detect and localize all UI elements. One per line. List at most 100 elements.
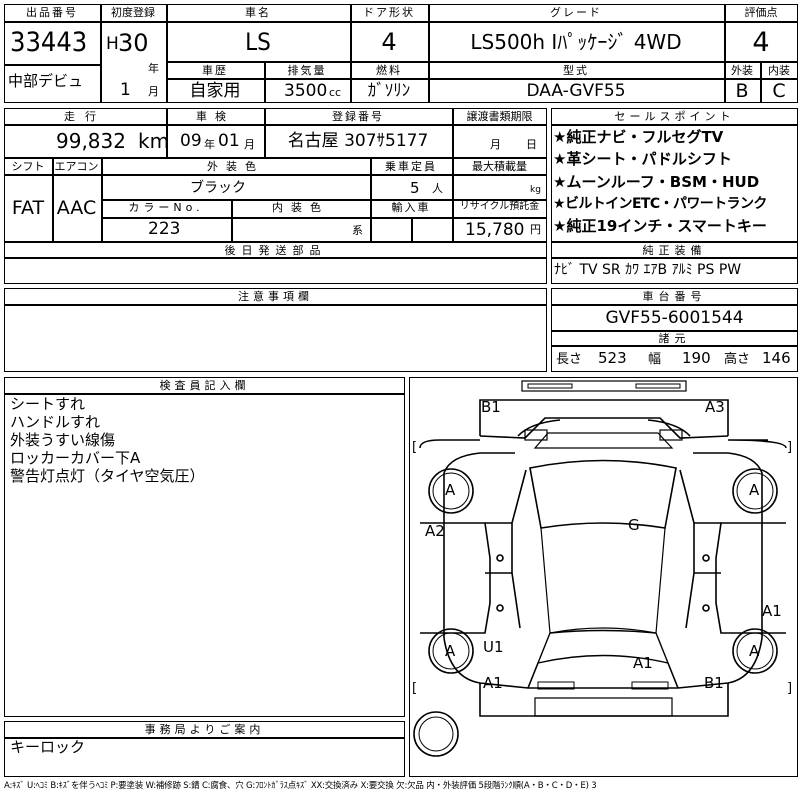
svg-text:]: ] — [787, 440, 792, 455]
displacement-label: 排気量 — [287, 64, 327, 77]
era: H — [106, 34, 119, 54]
name-label: 車名 — [245, 6, 271, 19]
sales-point-5: ★純正19インチ・スマートキー — [553, 217, 767, 235]
mark-wheel-fr: A — [749, 481, 760, 499]
fuel: ｶﾞｿﾘﾝ — [367, 81, 411, 101]
sales-points-title: セールスポイント — [614, 110, 735, 123]
ac: AAC — [56, 197, 97, 219]
mark-front-right: A3 — [705, 398, 725, 416]
lot-label: 出品番号 — [26, 6, 78, 19]
month: 1 — [120, 80, 131, 100]
svg-text:[: [ — [412, 681, 417, 696]
width: 190 — [682, 349, 711, 367]
inspector-line-3: 外装うすい線傷 — [10, 431, 116, 449]
sales-point-1: ★純正ナビ・フルセグTV — [553, 128, 724, 146]
model: DAA-GVF55 — [526, 81, 626, 101]
svg-text:[: [ — [412, 440, 417, 455]
load-label: 最大積載量 — [472, 160, 527, 173]
mark-wheel-rl: A — [445, 642, 456, 660]
score: 4 — [752, 27, 770, 58]
plate-label: 登録番号 — [332, 110, 384, 123]
transfer-month: 月 — [490, 138, 501, 151]
month-unit: 月 — [148, 85, 159, 98]
inspector-line-4: ロッカーカバー下A — [10, 449, 141, 467]
interior-grade: C — [772, 80, 786, 102]
insp-month: 01 — [218, 131, 240, 151]
grade: LS500h Iﾊﾟｯｹｰｼﾞ 4WD — [470, 30, 682, 54]
inspector-title: 検査員記入欄 — [159, 379, 250, 392]
mark-rear-center: A1 — [633, 654, 653, 672]
interior-label: 内装 — [768, 64, 790, 77]
svg-text:]: ] — [787, 681, 792, 696]
int-color-label: 内装色 — [272, 201, 329, 214]
mark-right-rear: A1 — [762, 602, 782, 620]
mark-front-left: B1 — [481, 398, 501, 416]
exterior-grade: B — [735, 80, 749, 102]
mark-left-door: A2 — [425, 522, 445, 540]
car-name: LS — [245, 28, 271, 56]
chassis-number: GVF55-6001544 — [605, 308, 744, 328]
mark-rear-left-u: U1 — [483, 638, 504, 656]
recycle-unit: 円 — [530, 223, 541, 236]
mileage-unit: km — [138, 129, 170, 153]
color-label: 外装色 — [207, 160, 264, 173]
transfer-day: 日 — [526, 138, 537, 151]
ac-label: エアコン — [54, 160, 99, 173]
exterior-label: 外装 — [731, 64, 753, 77]
mark-rear-left: A1 — [483, 674, 503, 692]
damage-diagram: [ ] [ ] — [409, 377, 798, 777]
sales-point-2: ★革シート・パドルシフト — [553, 150, 732, 168]
inspector-line-1: シートすれ — [10, 395, 86, 413]
model-label: 型式 — [563, 64, 589, 77]
mark-rear-right: B1 — [704, 674, 724, 692]
fuel-label: 燃料 — [376, 64, 402, 77]
score-label: 評価点 — [744, 6, 778, 19]
load-unit: kg — [530, 185, 541, 195]
lot-number: 33443 — [10, 27, 88, 58]
history: 自家用 — [189, 81, 241, 101]
chassis-title: 車台番号 — [642, 290, 707, 303]
width-label: 幅 — [648, 352, 662, 367]
notes-title: 注意事項欄 — [238, 290, 313, 303]
mark-wheel-rr: A — [749, 642, 760, 660]
insp-year: 09 — [180, 131, 202, 151]
inspector-line-2: ハンドルすれ — [10, 413, 101, 431]
length-label: 長さ — [556, 352, 583, 367]
later-parts-label: 後日発送部品 — [224, 244, 327, 257]
displacement: 3500 — [284, 81, 328, 101]
color-no: 223 — [148, 219, 181, 239]
mark-glass: G — [628, 516, 640, 534]
length: 523 — [598, 349, 627, 367]
mileage: 99,832 — [56, 129, 126, 153]
transfer-label: 譲渡書類期限 — [466, 110, 533, 123]
inspection-label: 車検 — [196, 110, 234, 123]
capacity-label: 乗車定員 — [385, 160, 437, 173]
insp-year-unit: 年 — [204, 138, 215, 151]
int-color-unit: 系 — [352, 224, 363, 237]
sales-point-4: ★ビルトインETC・パワートランク — [553, 196, 767, 212]
inspector-line-5: 警告灯点灯（タイヤ空気圧） — [10, 467, 205, 485]
door: 4 — [381, 28, 397, 56]
height-label: 高さ — [724, 352, 751, 367]
insp-month-unit: 月 — [244, 138, 255, 151]
plate: 名古屋 307ｻ5177 — [287, 131, 429, 151]
dims-title: 諸元 — [658, 332, 691, 345]
first-reg-label: 初度登録 — [111, 6, 155, 19]
year: 30 — [118, 29, 149, 57]
displacement-unit: cc — [329, 86, 342, 99]
mileage-label: 走行 — [64, 110, 106, 123]
sales-point-3: ★ムーンルーフ・BSM・HUD — [553, 173, 760, 191]
year-unit: 年 — [148, 62, 159, 75]
office-title: 事務局よりご案内 — [144, 723, 265, 736]
capacity: 5 — [410, 179, 420, 197]
legend: A:ｷｽﾞ U:ﾍｺﾐ B:ｷｽﾞを伴うﾍｺﾐ P:要塗装 W:補修跡 S:錆 … — [4, 781, 597, 791]
grade-label: グレード — [550, 6, 602, 19]
shift-label: シフト — [11, 160, 45, 173]
equipment-title: 純正装備 — [642, 244, 707, 257]
capacity-unit: 人 — [432, 182, 443, 195]
equipment-items: ﾅﾋﾞ TV SR ｶﾜ ｴｱB ｱﾙﾐ PS PW — [554, 262, 742, 278]
color-no-label: カラーNo. — [128, 201, 204, 214]
color: ブラック — [190, 180, 246, 196]
recycle: 15,780 — [465, 220, 525, 240]
shift: FAT — [11, 197, 45, 219]
